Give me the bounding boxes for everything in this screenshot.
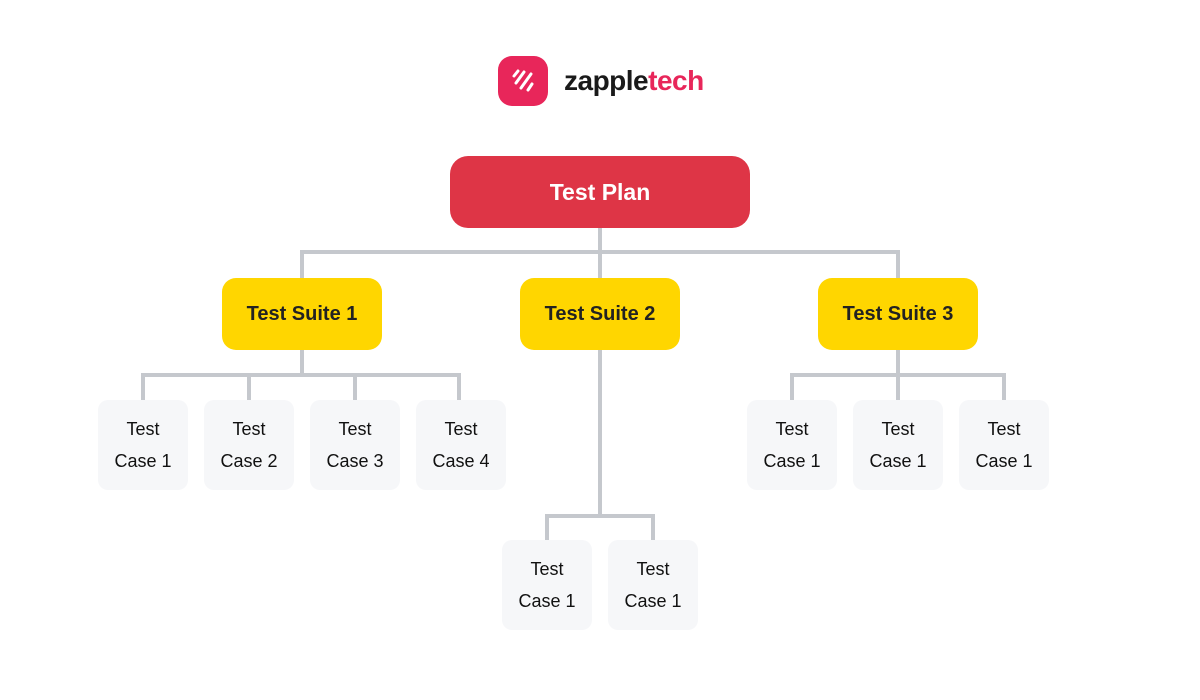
connector-s1-case4 <box>457 373 461 401</box>
connector-suite2-down <box>598 350 602 517</box>
test-case-node: Test Case 1 <box>747 400 837 490</box>
logo-wordmark-accent: tech <box>648 65 704 96</box>
connector-plan-down <box>598 228 602 252</box>
test-case-node: Test Case 1 <box>98 400 188 490</box>
test-suite-2-node: Test Suite 2 <box>520 278 680 350</box>
test-suite-3-node: Test Suite 3 <box>818 278 978 350</box>
connector-suite3-up <box>896 250 900 278</box>
connector-s2-case1 <box>545 514 549 541</box>
test-case-node: Test Case 1 <box>502 540 592 630</box>
connector-s3-case3 <box>1002 373 1006 401</box>
connector-s1-case1 <box>141 373 145 401</box>
zappletech-logo: zappletech <box>498 56 704 106</box>
zappletech-logo-icon <box>498 56 548 106</box>
logo-wordmark: zappletech <box>564 65 704 97</box>
test-suite-1-node: Test Suite 1 <box>222 278 382 350</box>
test-case-node: Test Case 4 <box>416 400 506 490</box>
connector-suite2-up <box>598 250 602 278</box>
test-plan-node: Test Plan <box>450 156 750 228</box>
connector-s3-case1 <box>790 373 794 401</box>
test-case-node: Test Case 1 <box>853 400 943 490</box>
logo-wordmark-primary: zapple <box>564 65 649 96</box>
connector-s1-case3 <box>353 373 357 401</box>
connector-suite1-cases-horizontal <box>141 373 461 377</box>
test-case-node: Test Case 2 <box>204 400 294 490</box>
test-case-node: Test Case 3 <box>310 400 400 490</box>
test-case-node: Test Case 1 <box>608 540 698 630</box>
connector-s3-case2 <box>896 373 900 401</box>
connector-suite2-cases-horizontal <box>545 514 655 518</box>
connector-suite1-up <box>300 250 304 278</box>
connector-s2-case2 <box>651 514 655 541</box>
test-case-node: Test Case 1 <box>959 400 1049 490</box>
connector-s1-case2 <box>247 373 251 401</box>
